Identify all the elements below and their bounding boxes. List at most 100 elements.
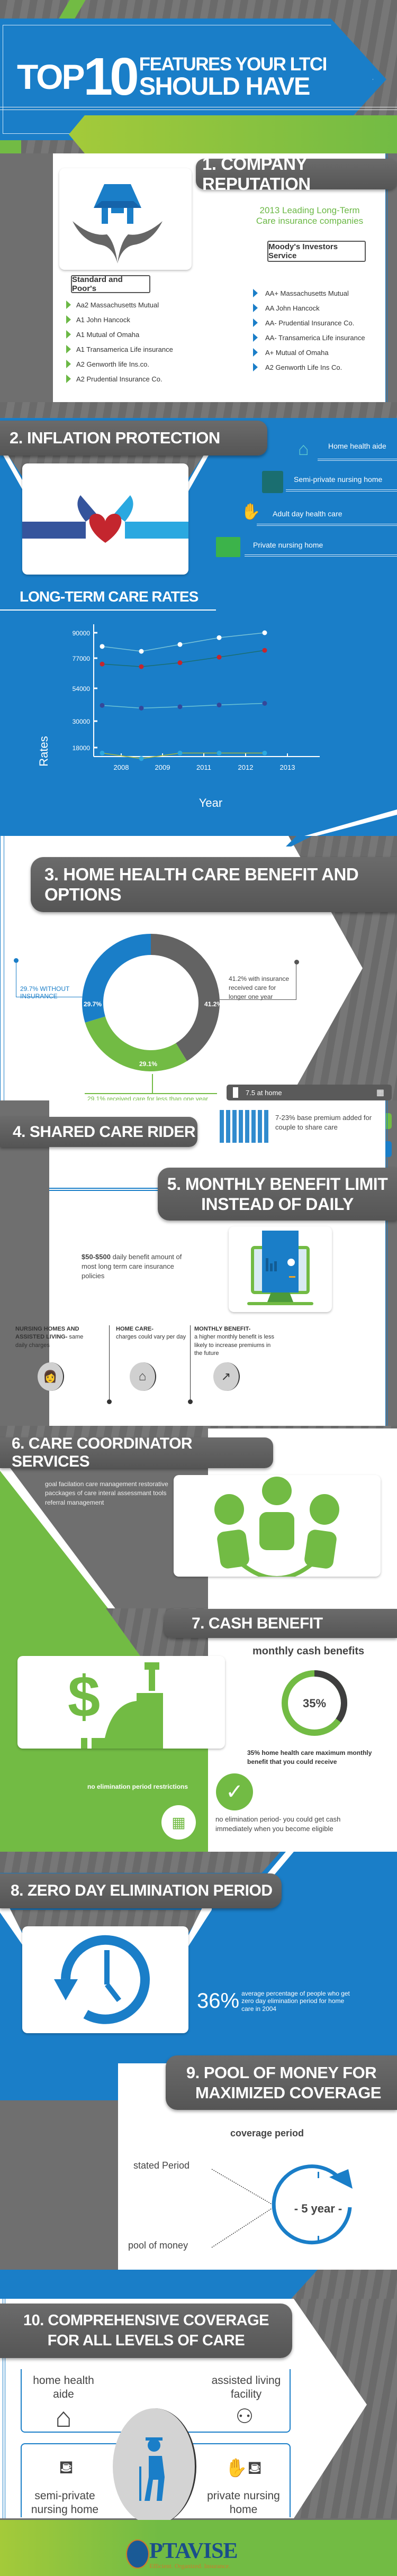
clock-icon-card — [22, 1926, 188, 2033]
data-point — [216, 750, 222, 755]
data-point — [177, 642, 183, 647]
benefit-columns: NURSING HOMES AND ASSISTED LIVING- same … — [15, 1325, 386, 1405]
title-line-1: FEATURES YOUR LTCI — [139, 54, 328, 75]
column-divider — [109, 1325, 110, 1400]
zero-day-stat: 36% average percentage of people who get… — [197, 1989, 353, 2013]
x-tick-label: 2011 — [196, 763, 211, 771]
chart-title: LONG-TERM CARE RATES — [20, 588, 198, 605]
bullet-icon — [253, 318, 258, 327]
inflation-item-label: Home health aide — [328, 442, 386, 450]
underline — [257, 524, 397, 526]
column-divider — [190, 1325, 191, 1400]
cash-percent-ring: 35% — [282, 1670, 347, 1736]
underline — [245, 554, 397, 557]
inflation-item-label: Semi-private nursing home — [294, 475, 383, 484]
callout-line-bottom — [85, 1093, 217, 1094]
data-point — [216, 654, 222, 660]
column-text: NURSING HOMES AND ASSISTED LIVING- same … — [15, 1326, 84, 1349]
bullet-icon — [66, 360, 71, 368]
data-point — [139, 756, 144, 761]
trend-up-icon: ↗ — [213, 1362, 240, 1391]
data-point — [139, 664, 144, 669]
data-point — [216, 703, 222, 708]
data-point — [262, 648, 267, 653]
ring-percent-label: 35% — [303, 1697, 326, 1710]
list-item: A1 Transamerica Life insurance — [66, 342, 173, 357]
list-item: AA- Prudential Insurance Co. — [253, 315, 365, 330]
dotted-connector — [211, 2169, 276, 2207]
history-clock-icon — [54, 1935, 150, 2024]
divider — [0, 107, 397, 110]
section-5-title: 5. MONTHLY BENEFIT LIMIT INSTEAD OF DAIL… — [158, 1168, 397, 1221]
monitor-report-icon — [247, 1231, 313, 1305]
caregiver-icon: 👩 — [38, 1362, 64, 1391]
care-donut-chart: 41.2% 29.1% 29.7% — [82, 934, 222, 1071]
section-1-subtitle: 2013 Leading Long-Term Care insurance co… — [256, 205, 364, 226]
section-1-title: 1. COMPANY REPUTATION — [196, 154, 397, 194]
house-icon: ▦ — [376, 1088, 384, 1097]
hand-bed-icon: ✋⛾ — [224, 2458, 263, 2478]
moodys-label: Moody's Investors Service — [267, 241, 366, 262]
callout-left-text: 29.7% WITHOUT INSURANCE — [20, 985, 70, 1000]
helping-hand-icon: ✋ — [241, 503, 261, 521]
bullet-icon — [66, 330, 71, 339]
section-9-title: 9. POOL OF MONEY FOR MAXIMIZED COVERAGE — [166, 2055, 397, 2110]
x-tick-label: 2009 — [155, 763, 170, 771]
list-item: A2 Genworth Life Ins Co. — [253, 360, 365, 375]
hands-house-icon — [73, 184, 163, 263]
bullet-icon — [253, 363, 258, 371]
data-point — [100, 703, 105, 708]
stripe-band — [0, 402, 397, 418]
section-4-title: 4. SHARED CARE RIDER — [0, 1117, 197, 1147]
team-icon — [214, 1477, 339, 1580]
list-item: AA- Transamerica Life insurance — [253, 330, 365, 345]
divider-dot — [188, 1399, 193, 1404]
inflation-list: ⌂ Home health aide Semi-private nursing … — [212, 429, 397, 557]
team-icon-card — [174, 1475, 381, 1580]
callout-dot — [14, 958, 19, 963]
section-7-title: 7. CASH BENEFIT — [164, 1609, 397, 1638]
data-point — [262, 750, 267, 755]
coverage-item-label: private nursing home — [207, 2490, 280, 2516]
bullet-icon — [253, 304, 258, 312]
data-point — [262, 630, 267, 635]
donut-label: 29.1% — [139, 1060, 157, 1068]
data-point — [100, 661, 105, 667]
bullet-icon — [253, 333, 258, 342]
elderly-person-icon — [113, 2408, 196, 2525]
coverage-cycle-diagram: - 5 year - — [211, 2164, 353, 2248]
x-tick-label: 2013 — [280, 763, 295, 771]
stat-text: average percentage of people who get zer… — [241, 1989, 350, 2013]
svg-text:$: $ — [68, 1664, 100, 1730]
underline — [286, 489, 397, 491]
title-top: TOP — [17, 57, 85, 96]
series-line — [102, 752, 265, 759]
list-item: A+ Mutual of Omaha — [253, 345, 365, 360]
border-line — [0, 836, 4, 1100]
section-6-title: 6. CARE COORDINATOR SERVICES — [0, 1435, 273, 1470]
option-pill: 7.5 at home ▦ — [227, 1085, 392, 1100]
list-item: A1 John Hancock — [66, 312, 173, 327]
series-line — [102, 650, 265, 667]
y-tick-label: 30000 — [73, 718, 91, 725]
inflation-item-label: Adult day health care — [273, 509, 342, 518]
cash-caption: 35% home health care maximum monthly ben… — [247, 1749, 372, 1765]
bullet-icon — [66, 345, 71, 353]
data-point — [177, 704, 183, 709]
underline — [318, 459, 397, 461]
benefit-amount-text: $50-$500 daily benefit amount of most lo… — [82, 1253, 182, 1280]
hands-house-icon: ⌂ — [298, 439, 309, 459]
bullet-icon — [66, 315, 71, 324]
column-text: MONTHLY BENEFIT-a higher monthly benefit… — [194, 1326, 275, 1357]
callout-right-text: 41.2% with insurance received care for l… — [229, 975, 290, 1000]
sp-list: Aa2 Massachusetts Mutual A1 John Hancock… — [66, 297, 173, 386]
assisted-living-icon: ⚇ — [235, 2406, 254, 2428]
series-line — [102, 632, 265, 652]
check-icon: ✓ — [216, 1773, 253, 1810]
building-icon — [262, 471, 283, 493]
bullet-icon — [66, 375, 71, 383]
y-tick-label: 77000 — [73, 655, 91, 662]
data-point — [139, 649, 144, 654]
coverage-item-label: semi-private nursing home — [31, 2490, 99, 2516]
donut-slice — [151, 934, 220, 1061]
